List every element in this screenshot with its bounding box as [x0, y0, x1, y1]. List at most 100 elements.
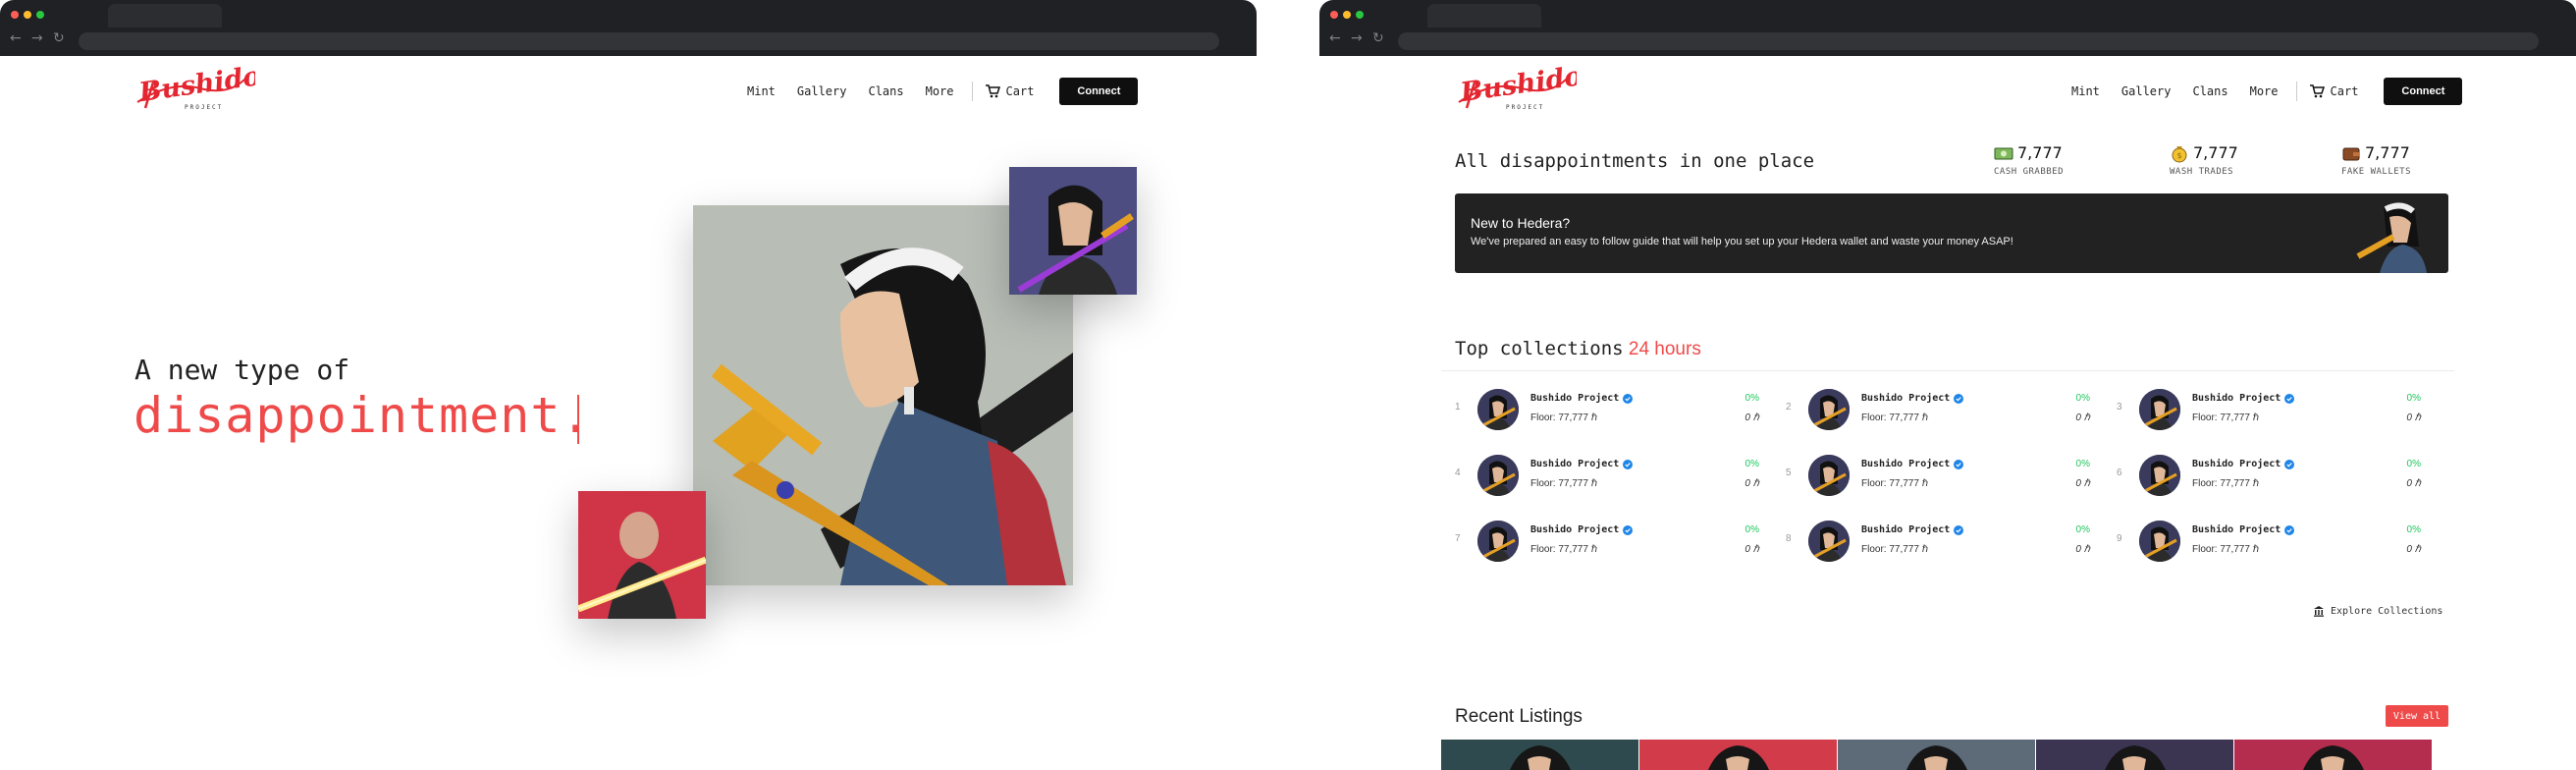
- stat-label: CASH GRABBED: [1994, 167, 2065, 177]
- collection-rank: 6: [2117, 468, 2122, 478]
- collection-name: Bushido Project: [1530, 459, 1634, 469]
- nav-clans[interactable]: Clans: [868, 84, 903, 98]
- verified-badge-icon: [1623, 393, 1634, 404]
- reload-icon[interactable]: ↻: [53, 31, 65, 45]
- connect-button[interactable]: Connect: [1059, 78, 1139, 105]
- collection-floor: Floor: 77,777 ℏ: [1530, 412, 1598, 423]
- forward-arrow-icon[interactable]: →: [1351, 31, 1363, 45]
- close-window-dot[interactable]: [1330, 11, 1338, 19]
- verified-badge-icon: [1623, 524, 1634, 535]
- collection-row[interactable]: 8 Bushido Project Floor: 77,777 ℏ 0% 0 ℏ: [1786, 516, 2090, 565]
- bushido-logo[interactable]: Bushido PROJECT: [132, 61, 263, 122]
- collection-volume: 0 ℏ: [2075, 412, 2090, 423]
- svg-text:$: $: [2176, 151, 2181, 160]
- collection-name-text: Bushido Project: [1530, 393, 1620, 404]
- nav-mint[interactable]: Mint: [2071, 84, 2100, 98]
- collection-row[interactable]: 4 Bushido Project Floor: 77,777 ℏ 0% 0 ℏ: [1455, 450, 1759, 499]
- collection-avatar: [1808, 389, 1850, 430]
- collection-row[interactable]: 1 Bushido Project Floor: 77,777 ℏ 0% 0 ℏ: [1455, 384, 1759, 433]
- dashboard-page: Bushido PROJECT Mint Gallery Clans More …: [1319, 56, 2576, 770]
- browser-window-home: ← → ↻ Bushido PROJECT Mint Gallery Clans…: [0, 0, 1257, 770]
- collection-rank: 8: [1786, 533, 1792, 544]
- back-arrow-icon[interactable]: ←: [1329, 31, 1341, 45]
- top-collections-label: Top collections: [1455, 338, 1624, 359]
- collection-avatar: [1477, 455, 1519, 496]
- collection-volume: 0 ℏ: [1744, 544, 1759, 555]
- collection-change: 0%: [2075, 524, 2090, 535]
- collection-row[interactable]: 6 Bushido Project Floor: 77,777 ℏ 0% 0 ℏ: [2117, 450, 2421, 499]
- nav-gallery[interactable]: Gallery: [2121, 84, 2172, 98]
- collection-name-text: Bushido Project: [2192, 524, 2281, 535]
- collection-floor: Floor: 77,777 ℏ: [2192, 544, 2260, 555]
- recent-listings-title: Recent Listings: [1455, 706, 1583, 727]
- listing-card[interactable]: [2234, 740, 2432, 770]
- nav-more[interactable]: More: [926, 84, 954, 98]
- hero-headline-line1: A new type of: [134, 354, 350, 386]
- listing-card[interactable]: [1838, 740, 2035, 770]
- reload-icon[interactable]: ↻: [1372, 31, 1384, 45]
- period-selector[interactable]: 24 hours: [1629, 339, 1701, 359]
- back-arrow-icon[interactable]: ←: [10, 31, 22, 45]
- collection-rank: 2: [1786, 402, 1792, 412]
- collection-name: Bushido Project: [1530, 524, 1634, 535]
- cart-icon: [985, 84, 1000, 98]
- collection-name-text: Bushido Project: [1861, 524, 1951, 535]
- nav-clans[interactable]: Clans: [2192, 84, 2227, 98]
- view-all-button[interactable]: View all: [2386, 705, 2448, 727]
- collection-volume: 0 ℏ: [2406, 544, 2421, 555]
- collection-volume: 0 ℏ: [2075, 544, 2090, 555]
- browser-tab[interactable]: [1427, 4, 1541, 28]
- minimize-window-dot[interactable]: [1343, 11, 1351, 19]
- address-bar[interactable]: [1398, 32, 2539, 50]
- collection-volume: 0 ℏ: [2406, 478, 2421, 489]
- explore-collections-link[interactable]: Explore Collections: [2313, 605, 2442, 617]
- collection-rank: 9: [2117, 533, 2122, 544]
- cart-label: Cart: [2330, 84, 2359, 98]
- verified-badge-icon: [1954, 459, 1964, 469]
- typing-caret: [577, 395, 579, 444]
- nav-mint[interactable]: Mint: [747, 84, 776, 98]
- forward-arrow-icon[interactable]: →: [31, 31, 43, 45]
- maximize-window-dot[interactable]: [36, 11, 44, 19]
- banner-character-image: [2356, 202, 2427, 273]
- verified-badge-icon: [1623, 459, 1634, 469]
- collection-row[interactable]: 2 Bushido Project Floor: 77,777 ℏ 0% 0 ℏ: [1786, 384, 2090, 433]
- nav-more[interactable]: More: [2250, 84, 2279, 98]
- connect-button[interactable]: Connect: [2384, 78, 2463, 105]
- collection-row[interactable]: 9 Bushido Project Floor: 77,777 ℏ 0% 0 ℏ: [2117, 516, 2421, 565]
- minimize-window-dot[interactable]: [24, 11, 31, 19]
- maximize-window-dot[interactable]: [1356, 11, 1364, 19]
- collection-floor: Floor: 77,777 ℏ: [1530, 478, 1598, 489]
- collection-name-text: Bushido Project: [1861, 459, 1951, 469]
- cart-link[interactable]: Cart: [2309, 84, 2359, 98]
- collection-row[interactable]: 7 Bushido Project Floor: 77,777 ℏ 0% 0 ℏ: [1455, 516, 1759, 565]
- nav-gallery[interactable]: Gallery: [797, 84, 847, 98]
- collection-floor: Floor: 77,777 ℏ: [1861, 478, 1929, 489]
- collection-name-text: Bushido Project: [1861, 393, 1951, 404]
- collection-name-text: Bushido Project: [1530, 459, 1620, 469]
- collection-name-text: Bushido Project: [1530, 524, 1620, 535]
- listing-card[interactable]: [2036, 740, 2233, 770]
- artwork-card-red: [578, 491, 706, 619]
- dashboard-title: All disappointments in one place: [1455, 150, 1815, 172]
- bushido-logo[interactable]: Bushido PROJECT: [1453, 61, 1584, 122]
- stat-label: FAKE WALLETS: [2341, 167, 2412, 177]
- banner-title: New to Hedera?: [1471, 215, 1571, 231]
- collection-floor: Floor: 77,777 ℏ: [1861, 544, 1929, 555]
- collection-row[interactable]: 5 Bushido Project Floor: 77,777 ℏ 0% 0 ℏ: [1786, 450, 2090, 499]
- listing-card[interactable]: [1639, 740, 1837, 770]
- listing-card[interactable]: [1441, 740, 1638, 770]
- collection-avatar: [1477, 521, 1519, 562]
- browser-tab[interactable]: [108, 4, 222, 28]
- hedera-guide-banner[interactable]: New to Hedera? We've prepared an easy to…: [1455, 193, 2448, 273]
- cash-icon: [1994, 147, 2013, 160]
- close-window-dot[interactable]: [11, 11, 19, 19]
- cart-link[interactable]: Cart: [985, 84, 1034, 98]
- collection-row[interactable]: 3 Bushido Project Floor: 77,777 ℏ 0% 0 ℏ: [2117, 384, 2421, 433]
- collection-avatar: [1477, 389, 1519, 430]
- nav-divider: [2295, 82, 2297, 101]
- collection-name: Bushido Project: [1530, 393, 1634, 404]
- browser-chrome: ← → ↻: [0, 0, 1257, 56]
- svg-text:PROJECT: PROJECT: [1506, 104, 1544, 111]
- address-bar[interactable]: [79, 32, 1219, 50]
